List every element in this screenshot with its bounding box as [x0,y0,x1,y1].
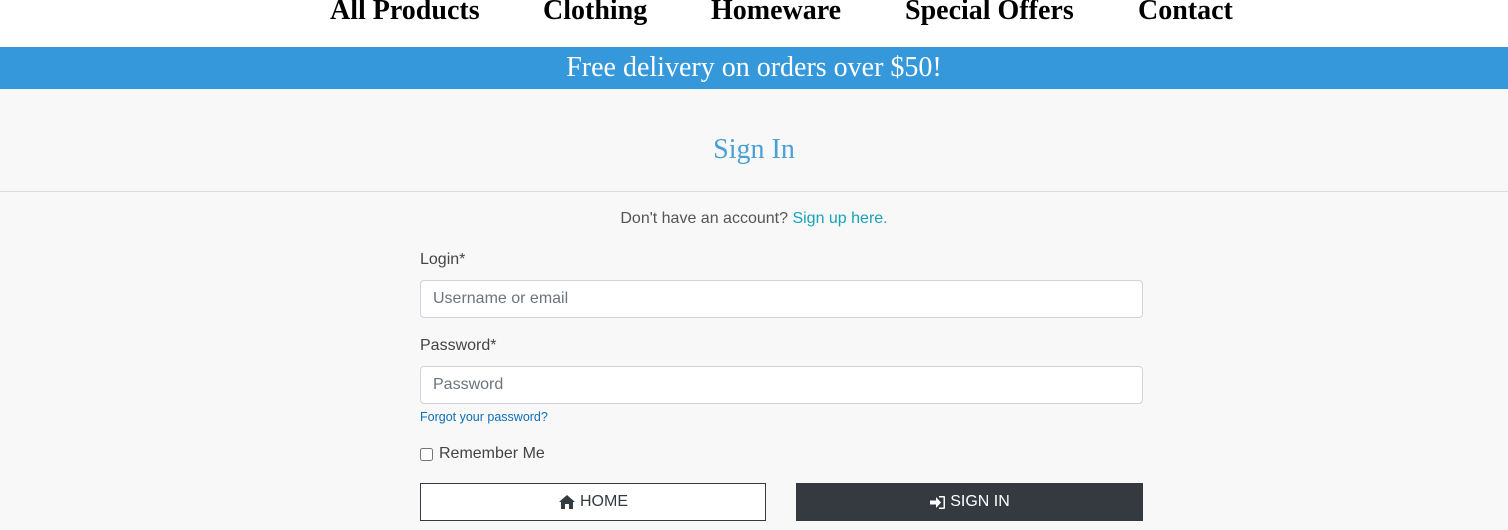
password-input[interactable] [420,366,1143,404]
remember-me[interactable]: Remember Me [419,444,545,464]
forgot-password-link[interactable]: Forgot your password? [420,409,548,425]
nav-homeware[interactable]: Homeware [711,0,841,28]
top-navigation: All Products Clothing Homeware Special O… [0,0,1508,47]
sign-in-icon [929,495,946,510]
nav-all-products[interactable]: All Products [330,0,480,28]
home-icon [558,494,576,510]
delivery-banner: Free delivery on orders over $50! [0,47,1508,89]
page-title: Sign In [713,134,795,165]
remember-me-checkbox[interactable] [420,447,433,461]
remember-me-label: Remember Me [439,445,545,462]
title-divider [0,191,1508,192]
home-button[interactable]: HOME [420,483,766,521]
signup-link[interactable]: Sign up here. [792,210,887,227]
nav-clothing[interactable]: Clothing [543,0,647,28]
home-button-label: HOME [580,493,628,510]
sign-in-button-label: SIGN IN [950,493,1010,510]
login-input[interactable] [420,280,1143,318]
signup-prompt-text: Don't have an account? [620,210,788,227]
nav-contact[interactable]: Contact [1138,0,1233,28]
nav-special-offers[interactable]: Special Offers [905,0,1074,28]
signup-prompt: Don't have an account? Sign up here. [0,208,1508,230]
sign-in-button[interactable]: SIGN IN [796,483,1143,521]
password-label: Password* [420,337,497,354]
login-label: Login* [420,251,466,268]
